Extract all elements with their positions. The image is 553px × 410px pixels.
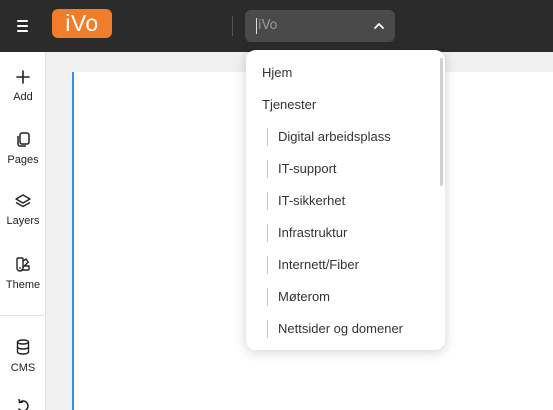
sidebar-item-pages[interactable]: Pages <box>0 132 46 166</box>
dropdown-item-internett-fiber[interactable]: Internett/Fiber <box>246 249 438 281</box>
sidebar-item-label: Pages <box>7 154 39 166</box>
dropdown-item-nettsider-og-domener[interactable]: Nettsider og domener <box>246 313 438 345</box>
sidebar-item-add[interactable]: Add <box>0 70 46 103</box>
sidebar-item-label: Add <box>13 91 33 103</box>
sidebar-item-label: Theme <box>5 279 41 291</box>
logo[interactable]: iVo <box>52 9 112 38</box>
sidebar-item-label: Layers <box>6 215 40 227</box>
sidebar-item-theme[interactable]: Theme <box>0 256 46 291</box>
sidebar-item-more[interactable] <box>0 399 46 410</box>
dropdown-item-infrastruktur[interactable]: Infrastruktur <box>246 217 438 249</box>
theme-icon <box>16 257 30 272</box>
layers-icon <box>15 194 31 208</box>
sidebar-item-layers[interactable]: Layers <box>0 194 46 227</box>
dropdown-item-hjem[interactable]: Hjem <box>246 57 438 89</box>
divider <box>232 16 233 36</box>
page-select[interactable]: iVo <box>245 10 395 42</box>
page-select-value: iVo <box>258 18 278 33</box>
refresh-icon <box>18 399 29 410</box>
top-bar: iVo iVo <box>0 0 553 52</box>
text-caret <box>256 18 257 34</box>
chevron-up-icon <box>374 23 384 29</box>
dropdown-item-it-support[interactable]: IT-support <box>246 153 438 185</box>
sidebar-divider <box>0 315 46 316</box>
menu-icon[interactable] <box>12 16 34 36</box>
dropdown-item-it-sikkerhet[interactable]: IT-sikkerhet <box>246 185 438 217</box>
dropdown-item-tjenester[interactable]: Tjenester <box>246 89 438 121</box>
plus-icon <box>16 70 30 84</box>
dropdown-scrollbar[interactable] <box>440 58 443 186</box>
sidebar-item-cms[interactable]: CMS <box>0 339 46 374</box>
sidebar-item-label: CMS <box>10 362 36 374</box>
dropdown-item-moterom[interactable]: Møterom <box>246 281 438 313</box>
page-dropdown-menu: Hjem Tjenester Digital arbeidsplass IT-s… <box>246 50 445 350</box>
database-icon <box>16 339 30 355</box>
dropdown-item-digital-arbeidsplass[interactable]: Digital arbeidsplass <box>246 121 438 153</box>
pages-icon <box>17 132 30 147</box>
left-sidebar: Add Pages Layers Theme CMS <box>0 52 46 410</box>
